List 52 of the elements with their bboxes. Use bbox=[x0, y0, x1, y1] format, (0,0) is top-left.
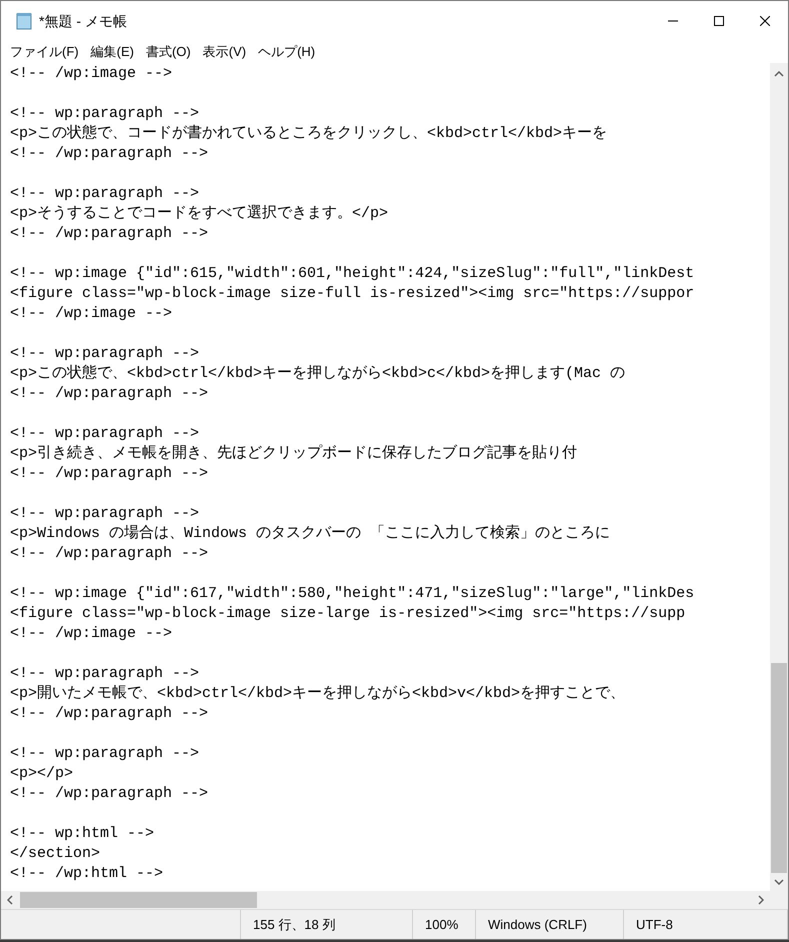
code-line: <p>引き続き、メモ帳を開き、先ほどクリップボードに保存したブログ記事を貼り付 bbox=[10, 445, 578, 462]
window-title: *無題 - メモ帳 bbox=[39, 12, 127, 30]
code-line: <!-- /wp:paragraph --> bbox=[10, 225, 208, 242]
code-line: <!-- /wp:paragraph --> bbox=[10, 385, 208, 402]
code-line: <p>Windows の場合は、Windows のタスクバーの 「ここに入力して検索」のところに bbox=[10, 525, 610, 542]
close-icon bbox=[760, 16, 770, 26]
code-line: <!-- wp:paragraph --> bbox=[10, 425, 200, 442]
code-line: <!-- wp:paragraph --> bbox=[10, 105, 200, 122]
code-line: <!-- /wp:html --> bbox=[10, 865, 164, 882]
maximize-icon bbox=[714, 16, 724, 26]
code-line: <p>この状態で、コードが書かれているところをクリックし、<kbd>ctrl</kbd>キーを bbox=[10, 125, 608, 142]
code-line: <!-- wp:image {"id":617,"width":580,"height":471,"sizeSlug":"large","linkDes bbox=[10, 585, 694, 602]
status-text: UTF-8 bbox=[636, 916, 673, 934]
code-line: <p>開いたメモ帳で、<kbd>ctrl</kbd>キーを押しながら<kbd>v</kbd>を押すことで、 bbox=[10, 685, 626, 702]
code-line: <figure class="wp-block-image size-full is-resized"><img src="https://suppor bbox=[10, 285, 694, 302]
scroll-left-icon[interactable] bbox=[7, 895, 13, 905]
scrollbar-thumb[interactable] bbox=[771, 663, 787, 873]
scroll-right-icon[interactable] bbox=[758, 895, 764, 905]
vertical-scrollbar[interactable] bbox=[770, 63, 788, 891]
scrollbar-thumb[interactable] bbox=[20, 892, 257, 908]
status-text: 100% bbox=[425, 916, 458, 934]
code-line: <!-- /wp:paragraph --> bbox=[10, 465, 208, 482]
status-text: Windows (CRLF) bbox=[488, 916, 587, 934]
code-line: <!-- wp:paragraph --> bbox=[10, 665, 200, 682]
code-line: <!-- wp:paragraph --> bbox=[10, 505, 200, 522]
code-line: <!-- wp:paragraph --> bbox=[10, 345, 200, 362]
code-line: <!-- /wp:paragraph --> bbox=[10, 785, 208, 802]
notepad-icon bbox=[15, 12, 33, 30]
code-line: <figure class="wp-block-image size-large is-resized"><img src="https://supp bbox=[10, 605, 686, 622]
menu-item[interactable]: 書式(O) bbox=[140, 42, 196, 62]
scroll-down-icon[interactable] bbox=[774, 879, 784, 885]
code-line: <p></p> bbox=[10, 765, 74, 782]
code-line: <!-- /wp:image --> bbox=[10, 65, 172, 82]
menu-item[interactable]: ヘルプ(H) bbox=[253, 42, 320, 62]
code-line: </section> bbox=[10, 845, 100, 862]
code-line: <!-- wp:paragraph --> bbox=[10, 745, 200, 762]
status-text: 155 行、18 列 bbox=[253, 916, 336, 934]
menu-item[interactable]: 表示(V) bbox=[198, 42, 252, 62]
horizontal-scrollbar[interactable] bbox=[1, 891, 770, 909]
code-line: <!-- /wp:paragraph --> bbox=[10, 705, 208, 722]
code-line: <!-- /wp:image --> bbox=[10, 625, 172, 642]
menu-item[interactable]: ファイル(F) bbox=[5, 42, 84, 62]
code-line: <!-- wp:html --> bbox=[10, 825, 154, 842]
code-line: <!-- wp:paragraph --> bbox=[10, 185, 200, 202]
menu-item[interactable]: 編集(E) bbox=[86, 42, 139, 62]
code-line: <!-- /wp:image --> bbox=[10, 305, 172, 322]
code-line: <!-- /wp:paragraph --> bbox=[10, 145, 208, 162]
code-line: <p>この状態で、<kbd>ctrl</kbd>キーを押しながら<kbd>c</kbd>を押します(Mac の bbox=[10, 365, 626, 382]
code-line: <!-- wp:image {"id":615,"width":601,"height":424,"sizeSlug":"full","linkDest bbox=[10, 265, 694, 282]
code-line: <!-- /wp:paragraph --> bbox=[10, 545, 208, 562]
scroll-up-icon[interactable] bbox=[774, 71, 784, 77]
code-line: <p>そうすることでコードをすべて選択できます。</p> bbox=[10, 205, 388, 222]
